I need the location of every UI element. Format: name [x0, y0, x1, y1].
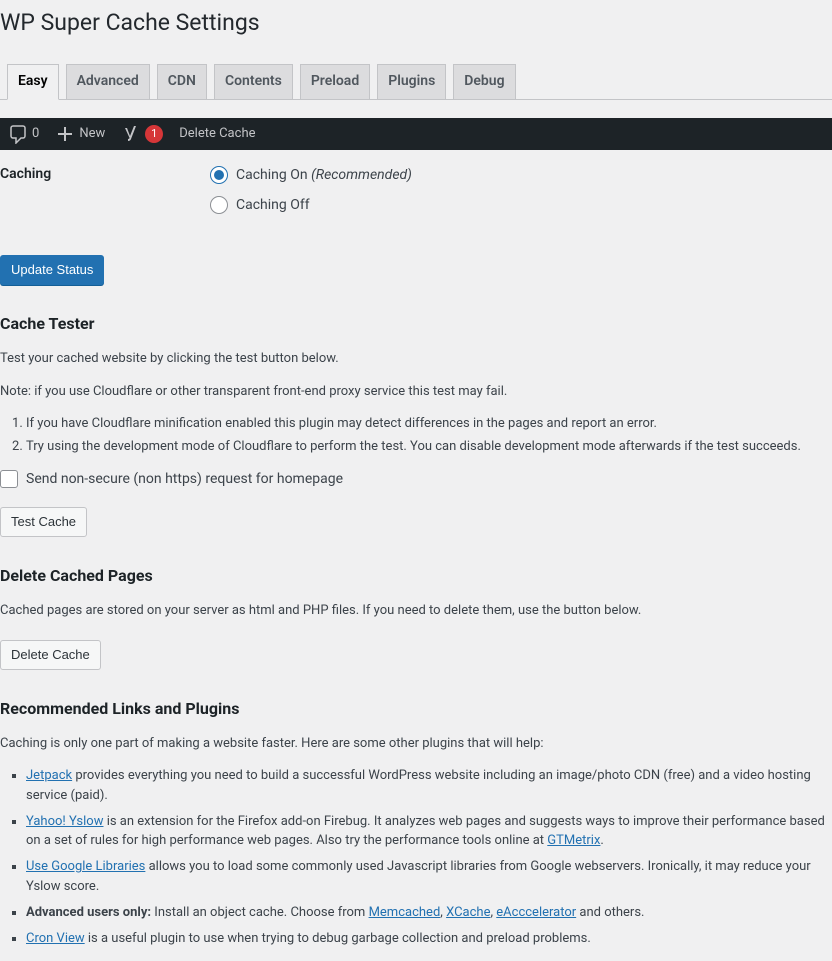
cache-tester-list: If you have Cloudflare minification enab… [26, 414, 832, 457]
admin-bar-new-label: New [79, 126, 105, 141]
xcache-link[interactable]: XCache [446, 905, 490, 920]
comment-icon [8, 124, 28, 144]
caching-on-radio[interactable] [210, 166, 228, 184]
tab-easy[interactable]: Easy [7, 64, 59, 100]
cache-tester-item-2: Try using the development mode of Cloudf… [26, 437, 832, 457]
cache-tester-heading: Cache Tester [0, 314, 832, 333]
tab-bar: Easy Advanced CDN Contents Preload Plugi… [0, 55, 832, 100]
list-item: Jetpack provides everything you need to … [26, 766, 832, 805]
plus-icon [55, 124, 75, 144]
tab-plugins[interactable]: Plugins [377, 64, 446, 99]
delete-cached-section: Delete Cached Pages Cached pages are sto… [0, 566, 832, 670]
tab-preload[interactable]: Preload [300, 64, 370, 99]
admin-bar-new[interactable]: New [47, 118, 113, 150]
admin-bar-yoast[interactable]: 1 [113, 118, 171, 150]
tab-cdn[interactable]: CDN [157, 64, 207, 99]
list-item: Cron View is a useful plugin to use when… [26, 929, 832, 949]
admin-bar: 0 New 1 Delete Cache [0, 118, 832, 150]
caching-table: Caching Caching On (Recommended) Caching… [0, 156, 832, 236]
tab-contents[interactable]: Contents [214, 64, 293, 99]
admin-bar-delete-cache-label: Delete Cache [179, 126, 255, 141]
admin-bar-comments[interactable]: 0 [0, 118, 47, 150]
advanced-label: Advanced users only: [26, 905, 151, 920]
delete-cache-button[interactable]: Delete Cache [0, 640, 101, 670]
recommended-section: Recommended Links and Plugins Caching is… [0, 699, 832, 949]
caching-off-radio[interactable] [210, 196, 228, 214]
cache-tester-section: Cache Tester Test your cached website by… [0, 314, 832, 537]
caching-heading: Caching [0, 156, 200, 236]
cache-tester-item-1: If you have Cloudflare minification enab… [26, 414, 832, 434]
cron-view-link[interactable]: Cron View [26, 931, 85, 946]
caching-off-label[interactable]: Caching Off [236, 197, 310, 213]
tab-advanced[interactable]: Advanced [66, 64, 150, 99]
recommended-list: Jetpack provides everything you need to … [26, 766, 832, 948]
cache-tester-intro: Test your cached website by clicking the… [0, 349, 832, 369]
tab-debug[interactable]: Debug [453, 64, 515, 99]
memcached-link[interactable]: Memcached [369, 905, 441, 920]
recommended-heading: Recommended Links and Plugins [0, 699, 832, 718]
delete-cached-heading: Delete Cached Pages [0, 566, 832, 585]
list-item: Yahoo! Yslow is an extension for the Fir… [26, 812, 832, 851]
recommended-intro: Caching is only one part of making a web… [0, 734, 832, 754]
caching-on-label[interactable]: Caching On (Recommended) [236, 167, 412, 183]
admin-bar-comments-count: 0 [32, 126, 39, 141]
jetpack-link[interactable]: Jetpack [26, 768, 72, 783]
admin-bar-yoast-badge: 1 [145, 125, 163, 143]
delete-cached-desc: Cached pages are stored on your server a… [0, 601, 832, 621]
gtmetrix-link[interactable]: GTMetrix [547, 833, 600, 848]
list-item: Advanced users only: Install an object c… [26, 903, 832, 923]
update-status-button[interactable]: Update Status [0, 255, 104, 285]
non-secure-checkbox-label[interactable]: Send non-secure (non https) request for … [0, 470, 832, 488]
test-cache-button[interactable]: Test Cache [0, 507, 87, 537]
eaccelerator-link[interactable]: eAcccelerator [496, 905, 576, 920]
admin-bar-delete-cache[interactable]: Delete Cache [171, 118, 263, 150]
yslow-link[interactable]: Yahoo! Yslow [26, 814, 103, 829]
page-title: WP Super Cache Settings [0, 0, 832, 40]
google-libraries-link[interactable]: Use Google Libraries [26, 859, 145, 874]
non-secure-checkbox[interactable] [0, 470, 18, 488]
list-item: Use Google Libraries allows you to load … [26, 857, 832, 896]
cache-tester-note: Note: if you use Cloudflare or other tra… [0, 382, 832, 402]
yoast-icon [121, 124, 141, 144]
